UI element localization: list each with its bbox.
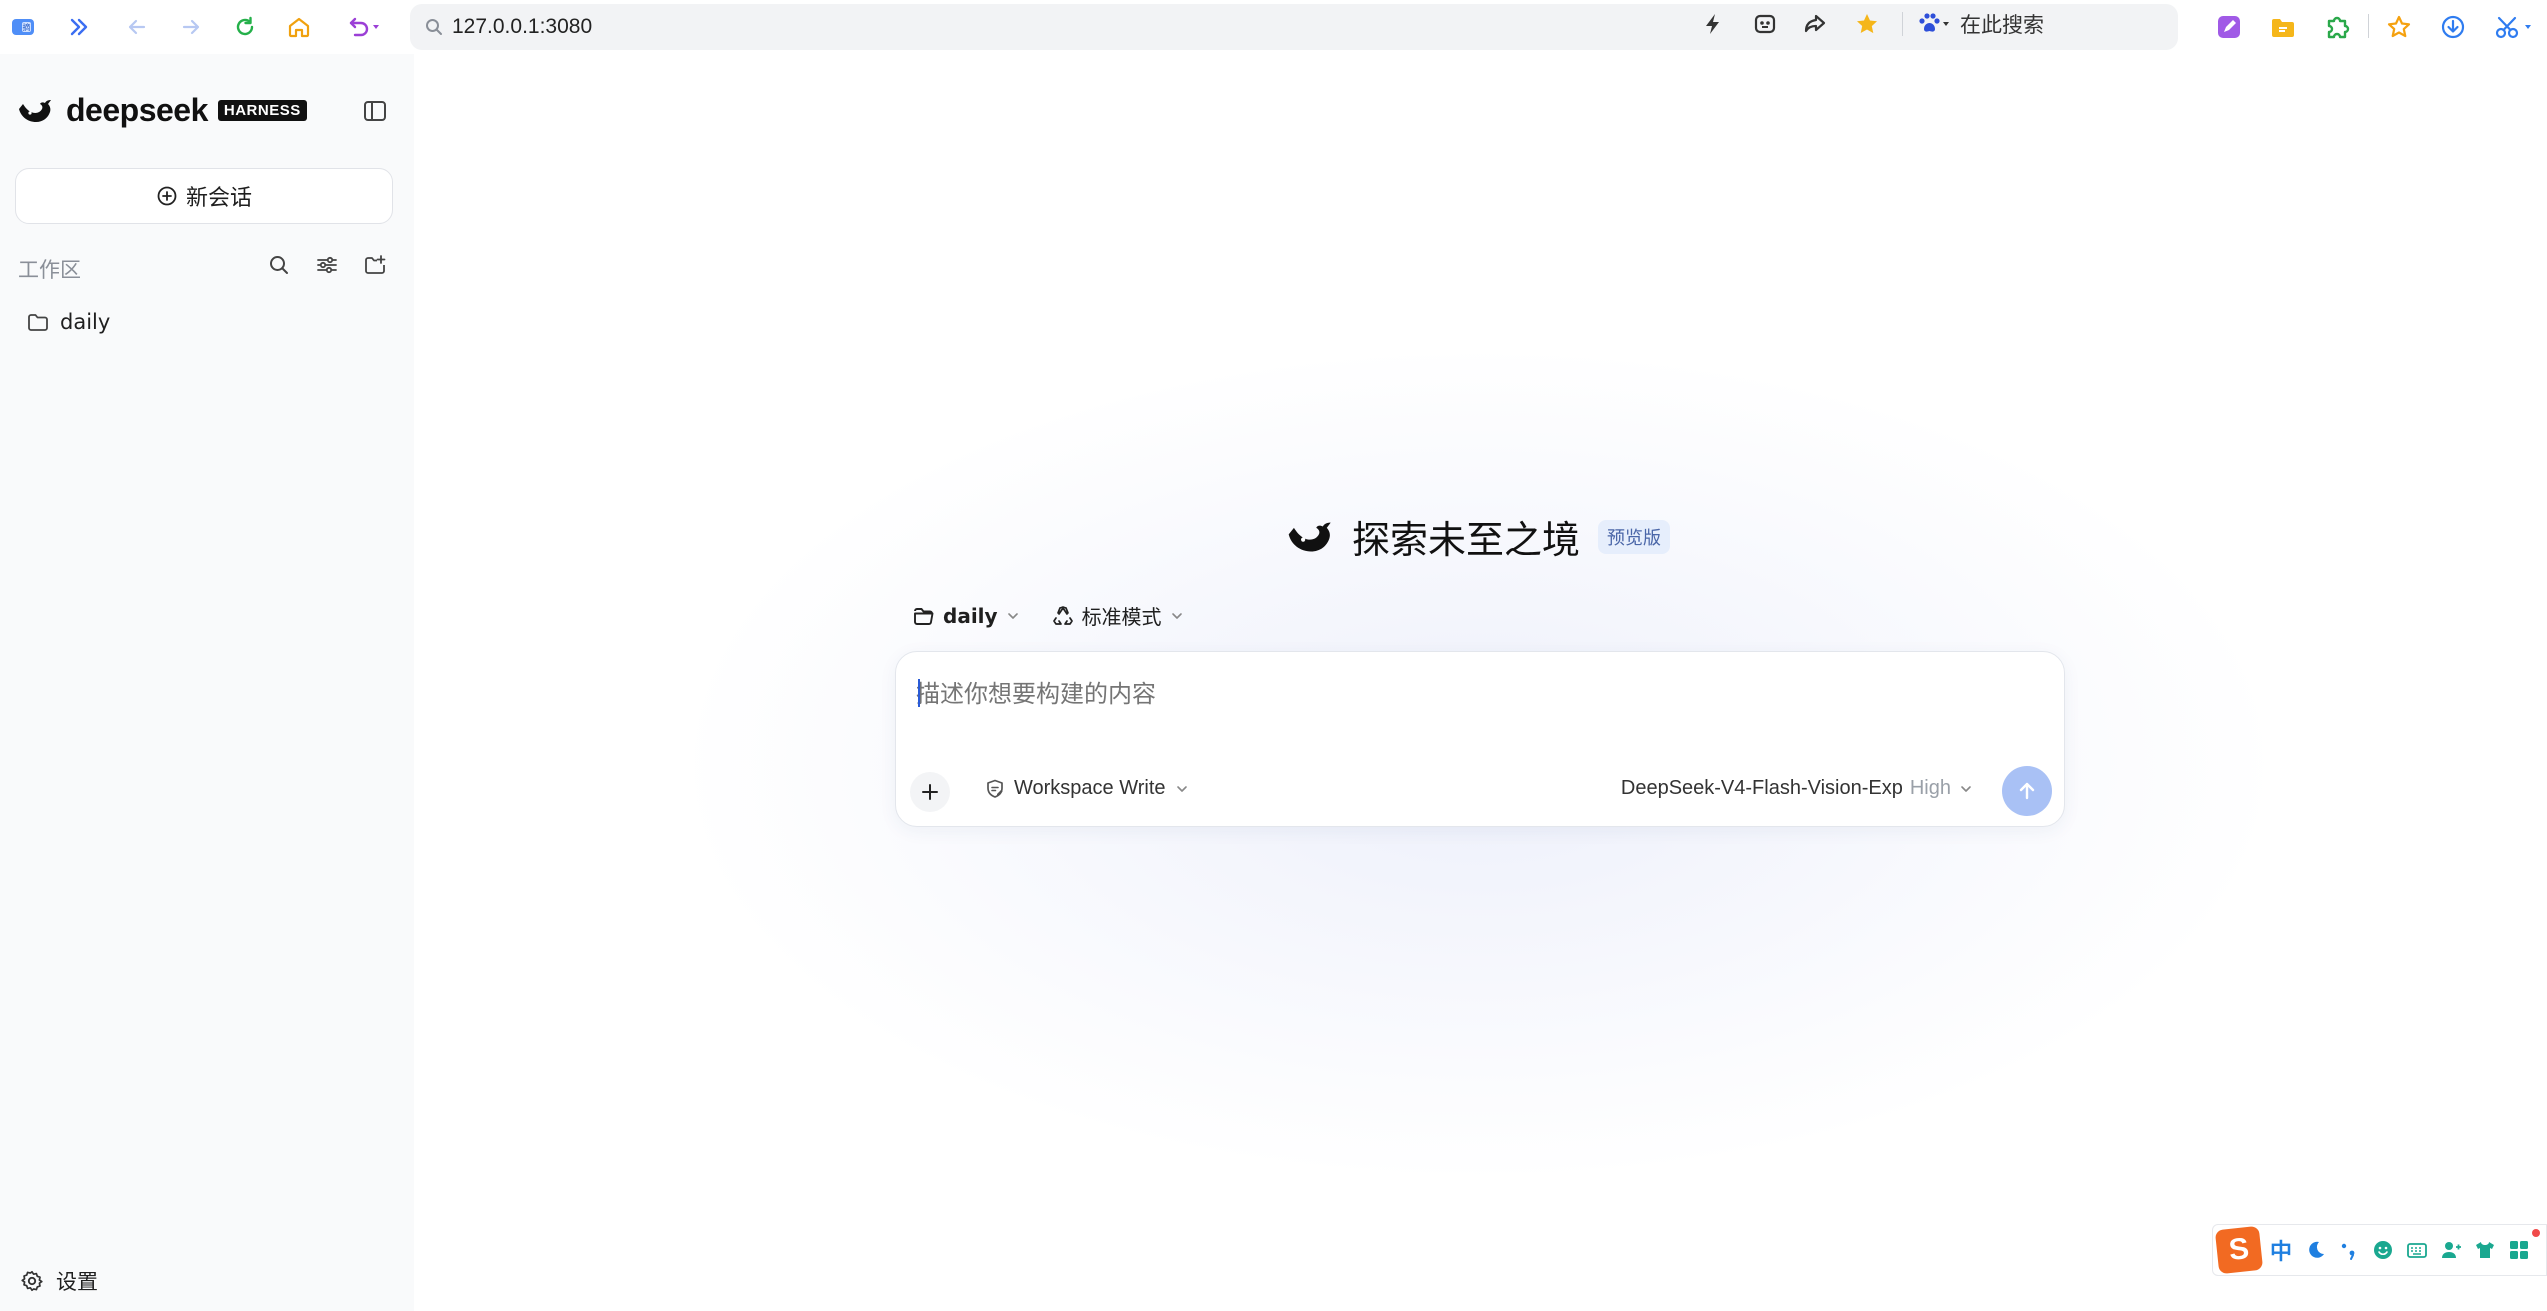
shield-edit-icon <box>987 779 1003 798</box>
new-chat-button[interactable]: 新会话 <box>15 168 393 224</box>
send-button[interactable] <box>2002 766 2052 816</box>
folder-icon <box>28 314 48 331</box>
prompt-composer: Workspace Write DeepSeek-V4-Flash-Vision… <box>895 651 2065 827</box>
whale-logo-icon <box>1284 516 1338 558</box>
recycle-mode-icon <box>1051 604 1075 628</box>
user-icon[interactable] <box>2437 1235 2465 1265</box>
ime-language-toggle[interactable]: 中 <box>2267 1235 2295 1265</box>
address-search-icon <box>426 19 442 35</box>
address-separator <box>1902 12 1903 36</box>
favorites-star-icon[interactable] <box>2382 10 2416 44</box>
filter-sliders-icon[interactable] <box>312 250 342 280</box>
brand-badge: HARNESS <box>217 100 307 121</box>
punctuation-icon[interactable] <box>2335 1235 2363 1265</box>
workspace-heading: 工作区 <box>18 258 81 282</box>
search-engine-box[interactable]: 在此搜索 <box>1916 8 2044 40</box>
plus-icon <box>922 784 938 800</box>
chevron-down-icon <box>1958 781 1974 797</box>
whale-logo-icon <box>16 95 56 127</box>
keyboard-icon[interactable] <box>2403 1235 2431 1265</box>
chevron-down-icon <box>1169 608 1185 624</box>
text-caret <box>918 679 920 707</box>
plus-circle-icon <box>157 186 177 206</box>
scissors-icon[interactable] <box>2490 10 2540 44</box>
new-chat-label: 新会话 <box>185 186 252 211</box>
sidebar-toggle-icon[interactable] <box>360 96 390 126</box>
sidebar: deepseek HARNESS 新会话 工作区 daily 设置 <box>0 54 414 1311</box>
paw-icon <box>1919 13 1949 32</box>
brand-name: deepseek <box>66 92 208 128</box>
model-name: DeepSeek-V4-Flash-Vision-Exp <box>1620 777 1903 799</box>
extensions-separator <box>2368 14 2369 38</box>
back-arrow-icon[interactable] <box>120 10 154 44</box>
mode-selector[interactable]: 标准模式 <box>1051 601 1185 630</box>
mode-selector-label: 标准模式 <box>1081 605 1162 629</box>
new-folder-icon[interactable] <box>360 250 390 280</box>
lightning-icon[interactable] <box>1698 9 1728 39</box>
folder-selector[interactable]: daily <box>912 604 1021 628</box>
reload-icon[interactable] <box>228 10 262 44</box>
address-bar[interactable]: 127.0.0.1:3080 <box>410 4 2178 50</box>
folder-label: daily <box>60 310 111 334</box>
hero-heading: 探索未至之境 预览版 <box>1284 509 1671 564</box>
download-icon[interactable] <box>2436 10 2470 44</box>
puzzle-extension-icon[interactable] <box>2320 10 2354 44</box>
preview-badge: 预览版 <box>1598 519 1671 554</box>
model-selector[interactable]: DeepSeek-V4-Flash-Vision-Exp High <box>1621 777 1974 800</box>
pen-extension-icon[interactable] <box>2212 10 2246 44</box>
ime-logo[interactable]: S <box>2214 1225 2264 1275</box>
forward-arrow-icon[interactable] <box>174 10 208 44</box>
attach-button[interactable] <box>910 772 950 812</box>
settings-button[interactable]: 设置 <box>20 1266 98 1296</box>
toolbox-grid-icon[interactable] <box>2505 1235 2533 1265</box>
moon-icon[interactable] <box>2301 1235 2329 1265</box>
search-icon[interactable] <box>264 250 294 280</box>
bookmark-star-icon[interactable] <box>1852 9 1882 39</box>
tab-switcher-icon[interactable]: 摘 <box>6 10 40 44</box>
permission-selector[interactable]: Workspace Write <box>984 777 1190 800</box>
notification-dot <box>2532 1229 2540 1237</box>
undo-close-tab-icon[interactable] <box>338 10 388 44</box>
folder-open-icon <box>912 604 936 628</box>
chevron-down-icon <box>1005 608 1021 624</box>
emoji-icon[interactable] <box>2369 1235 2397 1265</box>
tab-switcher-label: 摘 <box>23 22 31 32</box>
arrow-up-icon <box>2019 782 2035 800</box>
search-engine-placeholder: 在此搜索 <box>1960 13 2044 37</box>
chevron-down-icon <box>1174 781 1190 797</box>
context-selectors: daily 标准模式 <box>912 601 1185 630</box>
folder-extension-icon[interactable] <box>2266 10 2300 44</box>
gear-icon <box>21 1270 43 1292</box>
ime-toolbar: S 中 <box>2212 1224 2547 1276</box>
share-icon[interactable] <box>1800 9 1830 39</box>
robot-face-icon[interactable] <box>1750 9 1780 39</box>
brand[interactable]: deepseek HARNESS <box>16 92 307 129</box>
folder-selector-label: daily <box>943 603 998 628</box>
skin-shirt-icon[interactable] <box>2471 1235 2499 1265</box>
browser-toolbar: 摘 127.0.0.1:3080 在此搜索 <box>0 0 2547 54</box>
hero-title: 探索未至之境 <box>1352 518 1581 562</box>
url-text[interactable]: 127.0.0.1:3080 <box>452 15 592 39</box>
main-panel: 探索未至之境 预览版 daily 标准模式 Workspace Write De… <box>414 54 2547 1311</box>
settings-label: 设置 <box>56 1270 98 1294</box>
sidebar-item-daily[interactable]: daily <box>12 302 402 342</box>
home-icon[interactable] <box>282 10 316 44</box>
double-chevron-icon[interactable] <box>62 10 96 44</box>
prompt-input[interactable] <box>916 674 2016 714</box>
model-effort: High <box>1909 777 1951 799</box>
permission-label: Workspace Write <box>1014 777 1166 799</box>
